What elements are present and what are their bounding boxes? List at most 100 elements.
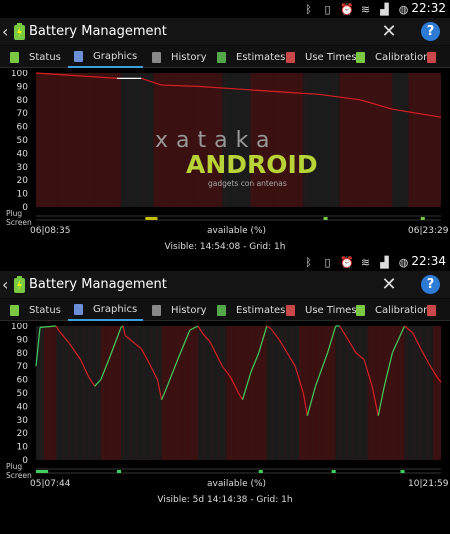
tab-estimates[interactable]: Estimates <box>217 46 285 68</box>
y-tick-label: 80 <box>17 96 29 106</box>
shade-band <box>44 326 57 460</box>
app-bar: ‹ Battery Management ✕ ? <box>0 271 450 299</box>
shade-band <box>121 326 162 460</box>
estimates-tab-icon <box>217 304 226 316</box>
tab-label: Calibration <box>375 304 430 316</box>
back-chevron-icon[interactable]: ‹ <box>2 275 8 294</box>
tab-label: Graphics <box>93 303 138 315</box>
help-icon[interactable]: ? <box>421 22 440 41</box>
status-time: 22:34 <box>411 254 446 268</box>
signal-icon: ▟ <box>380 2 389 16</box>
app-title: Battery Management <box>29 24 167 39</box>
y-tick-label: 90 <box>17 335 29 345</box>
status-bar: ᛒ ▯ ⏰ ≋ ▟ ◍ 22:34 <box>0 253 450 271</box>
y-tick-label: 50 <box>17 136 29 146</box>
back-chevron-icon[interactable]: ‹ <box>2 22 8 41</box>
end-date: 06|23:29 <box>408 226 449 236</box>
chart-svg: 1009080706050403020100 <box>11 323 442 474</box>
tab-calibration[interactable]: Calibration <box>356 299 429 321</box>
app-title: Battery Management <box>29 277 167 292</box>
watermark: xataka ANDROID gadgets con antenas <box>155 128 318 188</box>
y-tick-label: 70 <box>17 362 29 372</box>
tab-label: Graphics <box>93 50 138 62</box>
tab-label: Estimates <box>236 51 286 63</box>
tab-label: Use Times <box>305 51 357 63</box>
plug-mark <box>145 217 158 220</box>
tab-label: Calibration <box>375 51 430 63</box>
use-times-tab-icon <box>286 51 295 63</box>
vibrate-icon: ▯ <box>324 255 331 269</box>
shade-band <box>392 73 409 207</box>
screen-label: Screen <box>6 471 32 480</box>
tab-calibration[interactable]: Calibration <box>356 46 429 68</box>
battery-chart: 100 90 80 70 60 50 40 30 20 10 0 <box>0 323 450 483</box>
plug-mark <box>400 470 405 473</box>
visible-info: Visible: 14:54:08 - Grid: 1h <box>164 242 286 252</box>
y-tick-label: 70 <box>17 109 29 119</box>
battery-app-logo-icon <box>14 23 25 40</box>
plug-mark <box>36 470 49 473</box>
shade-band <box>121 73 154 207</box>
wifi-icon: ≋ <box>360 2 371 16</box>
tab-use-times[interactable]: Use Times <box>286 299 357 321</box>
visible-info: Visible: 5d 14:14:38 - Grid: 1h <box>157 495 293 505</box>
shade-band <box>161 326 198 460</box>
calibration-tab-icon <box>356 304 365 316</box>
tab-use-times[interactable]: Use Times <box>286 46 357 68</box>
y-tick-label: 50 <box>17 389 29 399</box>
tab-status[interactable]: Status <box>10 299 61 321</box>
alarm-clock-icon: ⏰ <box>340 2 354 16</box>
start-date: 05|07:44 <box>30 479 71 489</box>
tab-estimates[interactable]: Estimates <box>217 299 285 321</box>
plug-mark <box>331 470 336 473</box>
tab-history[interactable]: History <box>152 46 207 68</box>
plug-label: Plug <box>6 209 23 218</box>
shade-band <box>36 73 122 207</box>
status-icons: ᛒ ▯ ⏰ ≋ ▟ ◍ <box>296 255 410 269</box>
help-icon[interactable]: ? <box>421 275 440 294</box>
bluetooth-icon: ᛒ <box>305 255 312 269</box>
y-tick-label: 30 <box>17 416 29 426</box>
status-tab-icon <box>10 51 19 63</box>
shade-band <box>408 73 441 207</box>
y-tick-label: 90 <box>17 82 29 92</box>
start-date: 06|08:35 <box>30 226 71 236</box>
calibration-tab-icon <box>356 51 365 63</box>
status-time: 22:32 <box>411 1 446 15</box>
app-bar: ‹ Battery Management ✕ ? <box>0 18 450 46</box>
y-tick-label: 30 <box>17 163 29 173</box>
tab-overflow[interactable] <box>427 299 446 321</box>
tab-overflow[interactable] <box>427 46 446 68</box>
screen-label: Screen <box>6 218 32 227</box>
screenshot-1: ᛒ ▯ ⏰ ≋ ▟ ◍ 22:32 ‹ Battery Management ✕… <box>0 0 450 267</box>
status-bar: ᛒ ▯ ⏰ ≋ ▟ ◍ 22:32 <box>0 0 450 18</box>
y-tick-label: 40 <box>17 149 29 159</box>
vibrate-icon: ▯ <box>324 2 331 16</box>
tab-status[interactable]: Status <box>10 46 61 68</box>
y-tick-label: 20 <box>17 176 29 186</box>
end-date: 10|21:59 <box>408 479 449 489</box>
tools-icon[interactable]: ✕ <box>378 21 400 43</box>
status-icons: ᛒ ▯ ⏰ ≋ ▟ ◍ <box>296 2 410 16</box>
tab-history[interactable]: History <box>152 299 207 321</box>
battery-percent-icon: ◍ <box>398 255 409 269</box>
watermark-tagline: gadgets con antenas <box>208 179 287 188</box>
overflow-tab-icon <box>427 51 436 63</box>
history-tab-icon <box>152 304 161 316</box>
y-tick-label: 60 <box>17 376 29 386</box>
overflow-tab-icon <box>427 304 436 316</box>
tab-label: History <box>171 51 207 63</box>
axis-label: available (%) <box>207 226 267 236</box>
tab-graphics[interactable]: Graphics <box>68 46 144 68</box>
history-tab-icon <box>152 51 161 63</box>
tab-graphics[interactable]: Graphics <box>68 299 144 321</box>
y-tick-label: 10 <box>17 190 29 200</box>
use-times-tab-icon <box>286 304 295 316</box>
tab-label: Estimates <box>236 304 286 316</box>
tools-icon[interactable]: ✕ <box>378 274 400 296</box>
battery-app-logo-icon <box>14 276 25 293</box>
y-tick-label: 100 <box>11 323 28 332</box>
signal-icon: ▟ <box>380 255 389 269</box>
bluetooth-icon: ᛒ <box>305 2 312 16</box>
y-tick-label: 40 <box>17 402 29 412</box>
